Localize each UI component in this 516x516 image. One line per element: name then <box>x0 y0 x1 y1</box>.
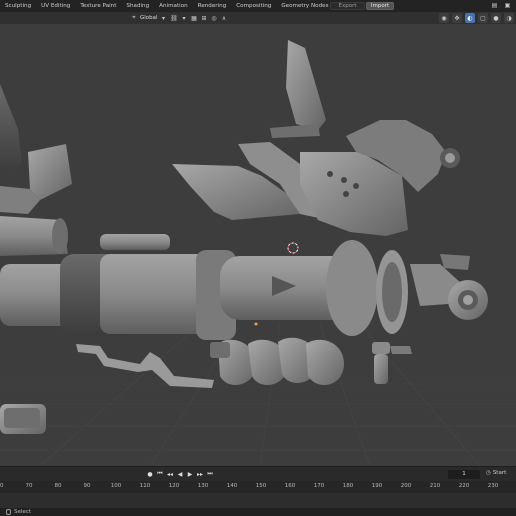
status-select-label: Select <box>14 509 31 515</box>
snap-icon[interactable]: ▦ <box>190 14 198 22</box>
mouse-icon <box>6 509 11 515</box>
jump-start-icon[interactable]: ⏮ <box>156 470 164 478</box>
timeline-track[interactable] <box>0 493 516 508</box>
viewport-header: ⌖ Global ▾ ⛓ ▾ ▦ ⊞ ◎ ∧ ◉ ✥ ◐ ▢ ● ◑ <box>0 12 516 24</box>
view-layer-icon[interactable]: ▣ <box>503 1 512 10</box>
status-bar: Select <box>0 508 516 516</box>
next-keyframe-icon[interactable]: ▸▸ <box>196 470 204 478</box>
workspace-tabs-bar: Sculpting UV Editing Texture Paint Shadi… <box>0 0 516 12</box>
overlay-icon[interactable]: ◐ <box>465 13 475 23</box>
coil-rings <box>218 337 344 386</box>
bottom-left-part <box>0 404 46 434</box>
viewport-display-buttons: ◉ ✥ ◐ ▢ ● ◑ <box>439 13 514 23</box>
play-icon[interactable]: ▶ <box>186 470 194 478</box>
orientation-icon: ⌖ <box>132 14 136 21</box>
ruler-tick-label: 210 <box>429 483 441 489</box>
rear-components <box>410 254 488 320</box>
ruler-tick-label: 180 <box>342 483 354 489</box>
tab-shading[interactable]: Shading <box>121 0 154 12</box>
ruler-tick-label: 230 <box>487 483 499 489</box>
chevron-down-icon: ▾ <box>182 14 186 22</box>
chevron-down-icon: ▾ <box>162 14 166 22</box>
import-button[interactable]: Import <box>366 2 394 10</box>
start-frame-group[interactable]: ◷ Start <box>486 470 506 476</box>
top-armor-parts <box>172 40 460 236</box>
ruler-tick-label: 190 <box>371 483 383 489</box>
clock-icon: ◷ <box>486 470 491 476</box>
viewport-scene <box>0 40 516 466</box>
xray-icon[interactable]: ▢ <box>478 13 488 23</box>
ruler-tick-label: 130 <box>197 483 209 489</box>
current-frame-field[interactable]: 1 <box>448 470 480 479</box>
timeline-header: ● ⏮ ◂◂ ◀ ▶ ▸▸ ⏭ 1 ◷ Start <box>0 466 516 481</box>
tab-rendering[interactable]: Rendering <box>193 0 232 12</box>
tab-uv-editing[interactable]: UV Editing <box>36 0 75 12</box>
falloff-icon[interactable]: ∧ <box>220 14 228 22</box>
left-shoulder-part <box>0 84 72 256</box>
origin-point <box>254 322 258 326</box>
start-label: Start <box>492 470 507 476</box>
tab-geometry-nodes[interactable]: Geometry Nodes <box>276 0 333 12</box>
scene-icon[interactable]: ▤ <box>490 1 499 10</box>
grip-part <box>372 342 412 384</box>
pivot-snap-group: ⛓ ▾ ▦ ⊞ ◎ ∧ <box>170 14 228 22</box>
ruler-tick-label: 150 <box>255 483 267 489</box>
ruler-tick-label: 70 <box>25 483 33 489</box>
top-right-icons: ▤ ▣ <box>490 1 512 10</box>
trigger-lever <box>76 342 230 388</box>
ruler-tick-label: 80 <box>54 483 62 489</box>
3d-viewport[interactable] <box>0 24 516 466</box>
ruler-tick-label: 220 <box>458 483 470 489</box>
3d-cursor <box>287 242 299 254</box>
solid-shading-icon[interactable]: ● <box>491 13 501 23</box>
visibility-icon[interactable]: ◉ <box>439 13 449 23</box>
prev-keyframe-icon[interactable]: ◂◂ <box>166 470 174 478</box>
jump-end-icon[interactable]: ⏭ <box>206 470 214 478</box>
transform-orientation-dropdown[interactable]: ⌖ Global ▾ <box>130 14 168 22</box>
playback-controls: ● ⏮ ◂◂ ◀ ▶ ▸▸ ⏭ <box>146 470 214 478</box>
ruler-tick-label: 120 <box>168 483 180 489</box>
record-icon[interactable]: ● <box>146 470 154 478</box>
link-icon[interactable]: ⛓ <box>170 14 178 22</box>
ruler-tick-label: 100 <box>110 483 122 489</box>
tab-texture-paint[interactable]: Texture Paint <box>75 0 121 12</box>
status-select: Select <box>6 508 31 516</box>
ruler-tick-label: 160 <box>284 483 296 489</box>
gizmo-icon[interactable]: ✥ <box>452 13 462 23</box>
transform-orientation-label: Global <box>140 15 158 21</box>
snap-target-icon[interactable]: ⊞ <box>200 14 208 22</box>
play-reverse-icon[interactable]: ◀ <box>176 470 184 478</box>
ruler-tick-label: 140 <box>226 483 238 489</box>
export-button[interactable]: Export <box>330 2 365 10</box>
ruler-tick-label: 60 <box>0 483 4 489</box>
tab-compositing[interactable]: Compositing <box>231 0 276 12</box>
timeline-ruler[interactable]: 60 70 80 90 100 110 120 130 140 150 160 170 180 190 20… <box>0 481 516 493</box>
proportional-edit-icon[interactable]: ◎ <box>210 14 218 22</box>
ruler-tick-label: 90 <box>83 483 91 489</box>
material-shading-icon[interactable]: ◑ <box>504 13 514 23</box>
ruler-tick-label: 200 <box>400 483 412 489</box>
tab-animation[interactable]: Animation <box>154 0 193 12</box>
ruler-tick-label: 110 <box>139 483 151 489</box>
tab-sculpting[interactable]: Sculpting <box>0 0 36 12</box>
ruler-tick-label: 170 <box>313 483 325 489</box>
